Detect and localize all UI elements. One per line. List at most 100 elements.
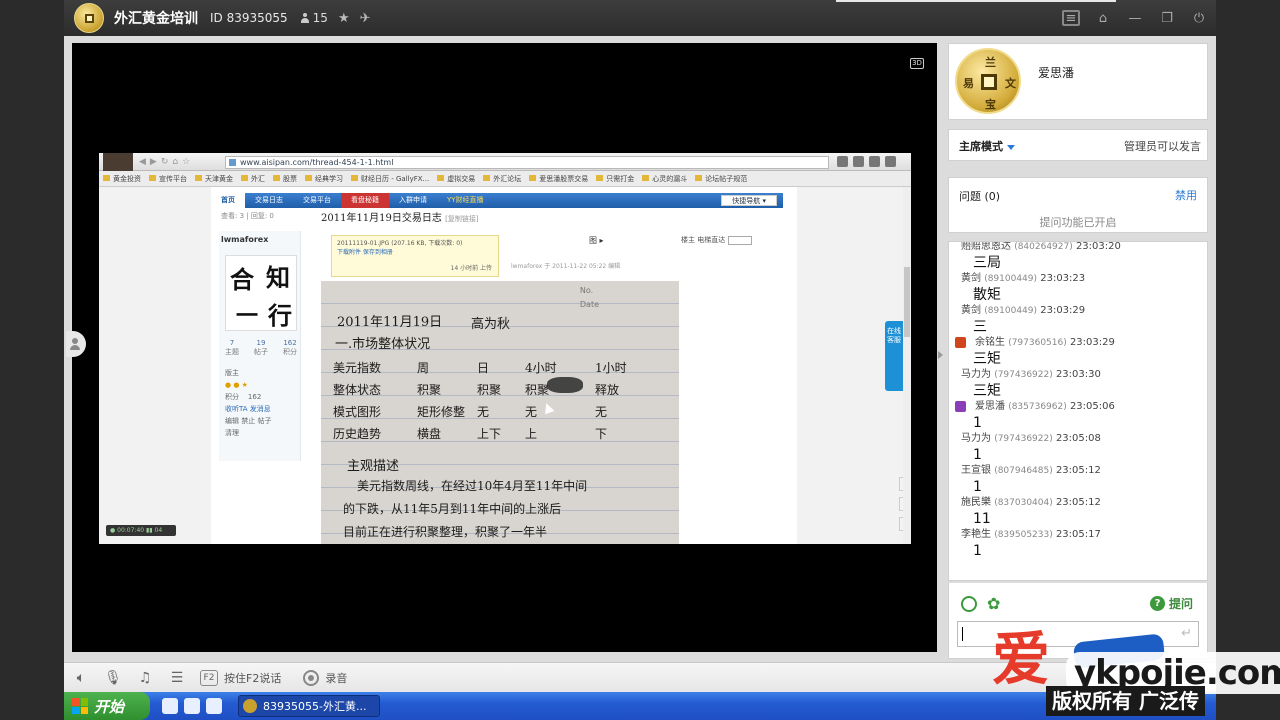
coin-char: 易 [963,77,974,90]
handwritten-cell: 积聚 [525,383,550,397]
handwritten-cell: 横盘 [417,427,442,441]
forum-nav-tab: 入群申请 [399,196,427,204]
tool-icon [837,156,848,167]
chat-message: 马力为 (797436922) 23:03:30 三矩 [949,367,1207,399]
author-info: 版主 ● ● ★ 积分 162 收听TA 发消息 编辑 禁止 帖子 清理 [225,367,271,439]
question-icon: ? [1149,596,1165,611]
chat-text: 三矩 [973,351,1001,367]
chat-username[interactable]: 李艳生 [961,529,991,540]
coin-char: 文 [1005,77,1016,90]
start-button[interactable]: 开始 [64,692,150,720]
logo-tile [80,706,88,714]
avatar-calligraphy: 合 一 知 行 [225,255,297,331]
chat-username[interactable]: 施民樂 [961,497,991,508]
handwritten-cell: 积聚 [417,383,442,397]
channel-logo[interactable] [74,3,104,33]
handwritten-cell: 矩形修整 [417,405,466,419]
chat-username[interactable]: 马力为 [961,369,991,380]
clean-link: 清理 [225,429,239,437]
scribble-mark [547,377,583,393]
f2-key-icon[interactable]: F2 [200,669,218,686]
mode-select[interactable]: 主席模式 [959,138,1015,154]
chat-area[interactable]: 贻赔思恩达 (840264927) 23:03:20 三局 黄剑 (89100449… [948,241,1208,581]
viewer-count: 15 [300,11,328,25]
ask-label: 提问 [1168,597,1193,611]
window-controls: ≡ ⌂ — ❐ ⏻ [1062,0,1208,36]
channel-id: ID 83935055 [210,11,288,25]
author-profile: lwmaforex 合 一 知 行 7 主题 19 帖子 162 积分 版主 ● ● ★ … [219,231,301,461]
logo-tile [72,706,80,714]
browser-nav-icon: ◀▶↻⌂☆ [139,157,195,167]
bookmark-item: 股票 [273,174,297,184]
chat-username[interactable]: 黄剑 [961,305,981,316]
shared-screen: ◀▶↻⌂☆ www.aisipan.com/thread-454-1-1.htm… [99,153,911,544]
handwritten-paragraph: 的下跌，从11年5月到11年中间的上涨后 [343,502,562,516]
power-icon[interactable]: ⏻ [1190,9,1208,27]
chat-message: 王宣银 (807946485) 23:05:12 1 [949,463,1207,495]
chat-username[interactable]: 黄剑 [961,273,981,284]
quick-nav: 快捷导航 ▾ [721,195,777,206]
chat-text: 散矩 [973,287,1001,303]
chat-message: 施民樂 (837030404) 23:05:12 11 [949,495,1207,527]
chat-username[interactable]: 马力为 [961,433,991,444]
handwritten-section: 主观描述 [347,459,400,474]
ask-button[interactable]: ? 提问 [1149,595,1193,612]
chat-username[interactable]: 余铭生 [975,337,1005,348]
chat-input[interactable]: ↵ [957,621,1199,647]
person-icon [300,13,310,23]
chat-user-id: (835736962) [1008,402,1067,412]
chat-username[interactable]: 贻赔思恩达 [961,242,1011,252]
chat-user-id: (797436922) [994,434,1053,444]
music-icon[interactable]: ♫ [136,669,154,687]
tool-icon [885,156,896,167]
app-window: 外汇黄金培训 ID 83935055 15 ★ ✈ ≡ ⌂ — ❐ ⏻ 3D ◀… [0,0,1280,720]
record-icon[interactable] [303,669,320,686]
image-label: 图 ▸ [589,236,604,245]
video-area[interactable]: 3D ◀▶↻⌂☆ www.aisipan.com/thread-454-1-1.… [66,43,937,652]
attachment-tooltip: 20111119-01.JPG (207.16 KB, 下载次数: 0) 下载附… [331,235,499,277]
restore-icon[interactable]: ❐ [1158,9,1176,27]
handwritten-cell: 下 [595,427,608,441]
chat-user-id: (89100449) [984,306,1038,316]
microphone-icon[interactable]: 🎙︎ [104,669,122,687]
speaker-icon[interactable]: 🔈︎ [72,669,90,687]
member-list-handle-icon[interactable] [66,331,86,357]
3d-badge[interactable]: 3D [910,58,924,69]
flower-icon[interactable]: ✿ [987,594,1000,613]
floor-input [728,235,753,245]
chat-message-meta: 黄剑 (89100449) 23:03:29 [961,303,1207,319]
enter-icon[interactable]: ↵ [1181,626,1192,641]
menu-icon[interactable]: ≡ [1062,10,1080,26]
chat-time: 23:05:12 [1055,497,1101,508]
text-caret [962,627,963,641]
author-stat: 19 帖子 [254,339,268,357]
media-icon[interactable] [206,698,222,714]
record-label[interactable]: 录音 [325,670,347,686]
chat-username[interactable]: 爱思潘 [975,401,1005,412]
star-icon[interactable]: ★ [338,11,350,26]
taskbar-app-button[interactable]: 83935055-外汇黄... [238,695,380,717]
chat-time: 23:05:06 [1069,401,1115,412]
chat-time: 23:03:29 [1040,305,1086,316]
author-stats: 7 主题 19 帖子 162 积分 [225,339,297,357]
desktop-icon[interactable] [162,698,178,714]
chat-text: 三局 [973,255,1001,271]
host-avatar[interactable]: 兰 易 文 宝 [955,48,1021,114]
viewer-count-value: 15 [312,11,328,25]
mixer-icon[interactable]: ☰ [168,669,186,687]
qa-ban-button[interactable]: 禁用 [1175,187,1197,203]
skin-icon[interactable]: ⌂ [1094,9,1112,27]
chat-username[interactable]: 王宣银 [961,465,991,476]
notebook-header: No. Date [580,284,599,312]
plane-icon[interactable]: ✈ [360,11,371,26]
author-stat-num: 162 [283,339,297,347]
chat-time: 23:05:08 [1055,433,1101,444]
chat-user-id: (797360516) [1008,338,1067,348]
start-label: 开始 [94,697,125,716]
emoji-icon[interactable] [961,596,977,612]
collapse-arrow-icon[interactable] [938,351,943,359]
ie-icon[interactable] [184,698,200,714]
handwritten-cell: 整体状态 [333,383,382,397]
bookmark-item: 论坛帖子规范 [695,174,747,184]
minimize-icon[interactable]: — [1126,9,1144,27]
